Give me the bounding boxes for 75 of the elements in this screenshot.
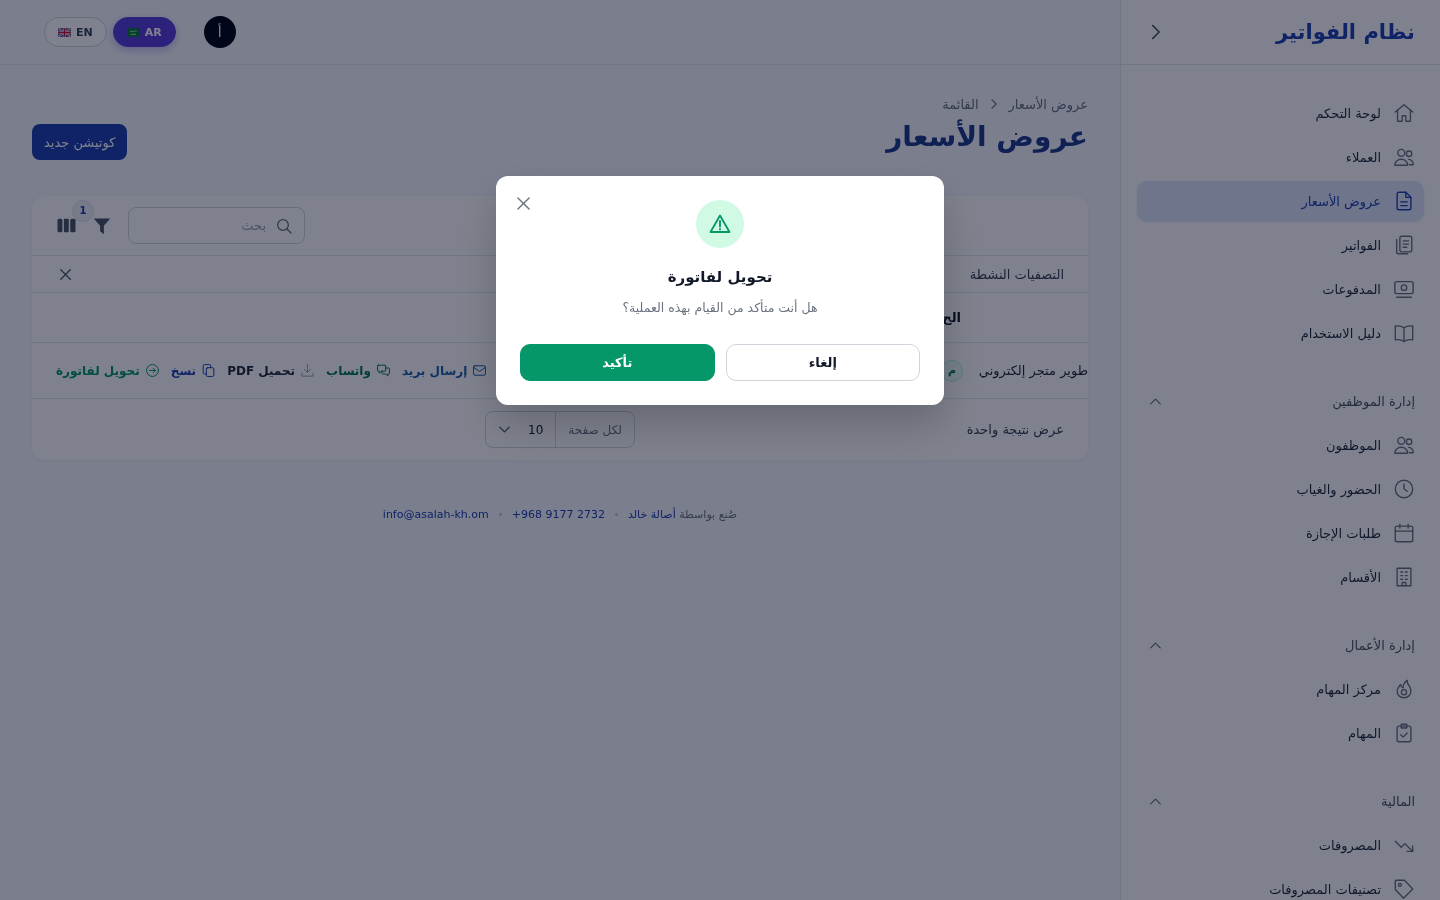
language-button[interactable]: EN: [44, 17, 107, 47]
flame-icon: [1393, 678, 1415, 700]
columns-icon[interactable]: [57, 218, 76, 233]
chevron-icon: [1150, 797, 1161, 805]
email-link[interactable]: info@asalah-kh.om: [382, 508, 489, 521]
warning-icon: [696, 200, 744, 248]
page-title: عروض الأسعار: [886, 118, 1088, 155]
documents-icon: [1393, 234, 1415, 256]
section-header[interactable]: المالية: [1137, 781, 1424, 821]
tag-icon: [1393, 878, 1415, 900]
sidebar-item[interactable]: العملاء: [1137, 137, 1424, 177]
users-icon: [1393, 146, 1415, 168]
sidebar-item[interactable]: طلبات الإجازة: [1137, 513, 1424, 553]
dialog-message: هل أنت متأكد من القيام بهذه العملية؟: [622, 298, 818, 318]
calendar-icon: [1393, 522, 1415, 544]
sidebar-item[interactable]: المدفوعات: [1137, 269, 1424, 309]
sidebar-item[interactable]: تصنيفات المصروفات: [1137, 869, 1424, 900]
new-quote-button[interactable]: كوتيشن جديد: [32, 124, 128, 160]
dialog-title: تحويل لفاتورة: [667, 267, 773, 288]
sidebar-item[interactable]: عروض الأسعار: [1137, 181, 1424, 221]
column-header: الح: [942, 310, 961, 325]
sidebar-item[interactable]: الموظفون: [1137, 425, 1424, 465]
section-header[interactable]: إدارة الأعمال: [1137, 625, 1424, 665]
building-icon: [1393, 566, 1415, 588]
phone-link[interactable]: +968 9177 2732: [511, 508, 605, 521]
flag-icon: [58, 27, 71, 37]
close-icon[interactable]: [517, 197, 530, 210]
convert-action[interactable]: تحويل لفاتورة: [56, 363, 160, 378]
cancel-button[interactable]: إلغاء: [725, 344, 920, 381]
mail-icon: [472, 363, 488, 378]
chevron-icon: [1150, 397, 1161, 405]
arrow-circle-icon: [144, 363, 160, 378]
download-icon: [300, 363, 316, 378]
sidebar-item[interactable]: المهام: [1137, 713, 1424, 753]
chevron-icon: [1150, 641, 1161, 649]
sidebar-item[interactable]: الحضور والغياب: [1137, 469, 1424, 509]
close-icon[interactable]: [60, 268, 71, 280]
filter-count-badge: 1: [72, 199, 94, 222]
users-icon: [1393, 434, 1415, 456]
chevron-right-icon: [990, 99, 997, 109]
breadcrumb-current: القائمة: [942, 96, 979, 112]
section-header[interactable]: إدارة الموظفين: [1137, 381, 1424, 421]
sidebar-item[interactable]: مركز المهام: [1137, 669, 1424, 709]
author-link[interactable]: أصالة خالد: [627, 508, 676, 521]
clipboard-check-icon: [1393, 722, 1415, 744]
credit-text: صُنع بواسطة أصالة خالد: [627, 508, 738, 521]
search-icon: [276, 218, 292, 234]
clock-icon: [1393, 478, 1415, 500]
app-logo: نظام الفواتير: [1276, 20, 1415, 44]
avatar[interactable]: أ: [203, 16, 236, 48]
breadcrumb-link[interactable]: عروض الأسعار: [1008, 96, 1088, 112]
download-pdf-action[interactable]: تحميل PDF: [227, 363, 316, 378]
email-action[interactable]: إرسال بريد: [401, 363, 488, 378]
filter-icon[interactable]: [93, 216, 111, 235]
copy-action[interactable]: نسخ: [170, 363, 217, 378]
table-cell: طوير متجر إلكتروني: [978, 363, 1088, 378]
chevron-right-icon[interactable]: [1151, 24, 1161, 40]
document-icon: [1393, 190, 1415, 212]
sidebar-item[interactable]: المصروفات: [1137, 825, 1424, 865]
flag-icon: [126, 27, 140, 37]
sidebar-item[interactable]: الأقسام: [1137, 557, 1424, 597]
sidebar-item[interactable]: لوحة التحكم: [1137, 93, 1424, 133]
language-button[interactable]: AR: [112, 17, 176, 47]
copy-icon: [201, 363, 217, 378]
chat-icon: [375, 363, 391, 378]
sidebar-item[interactable]: دليل الاستخدام: [1137, 313, 1424, 353]
whatsapp-action[interactable]: واتساب: [326, 363, 391, 378]
chevron-down-icon: [499, 426, 511, 433]
results-summary: عرض نتيجة واحدة: [966, 422, 1064, 437]
book-icon: [1393, 322, 1415, 344]
sidebar-item[interactable]: الفواتير: [1137, 225, 1424, 265]
confirm-button[interactable]: تأكيد: [520, 344, 715, 381]
active-filters-label: التصفيات النشطة: [969, 266, 1064, 282]
house-icon: [1393, 102, 1415, 124]
banknote-icon: [1393, 278, 1415, 300]
